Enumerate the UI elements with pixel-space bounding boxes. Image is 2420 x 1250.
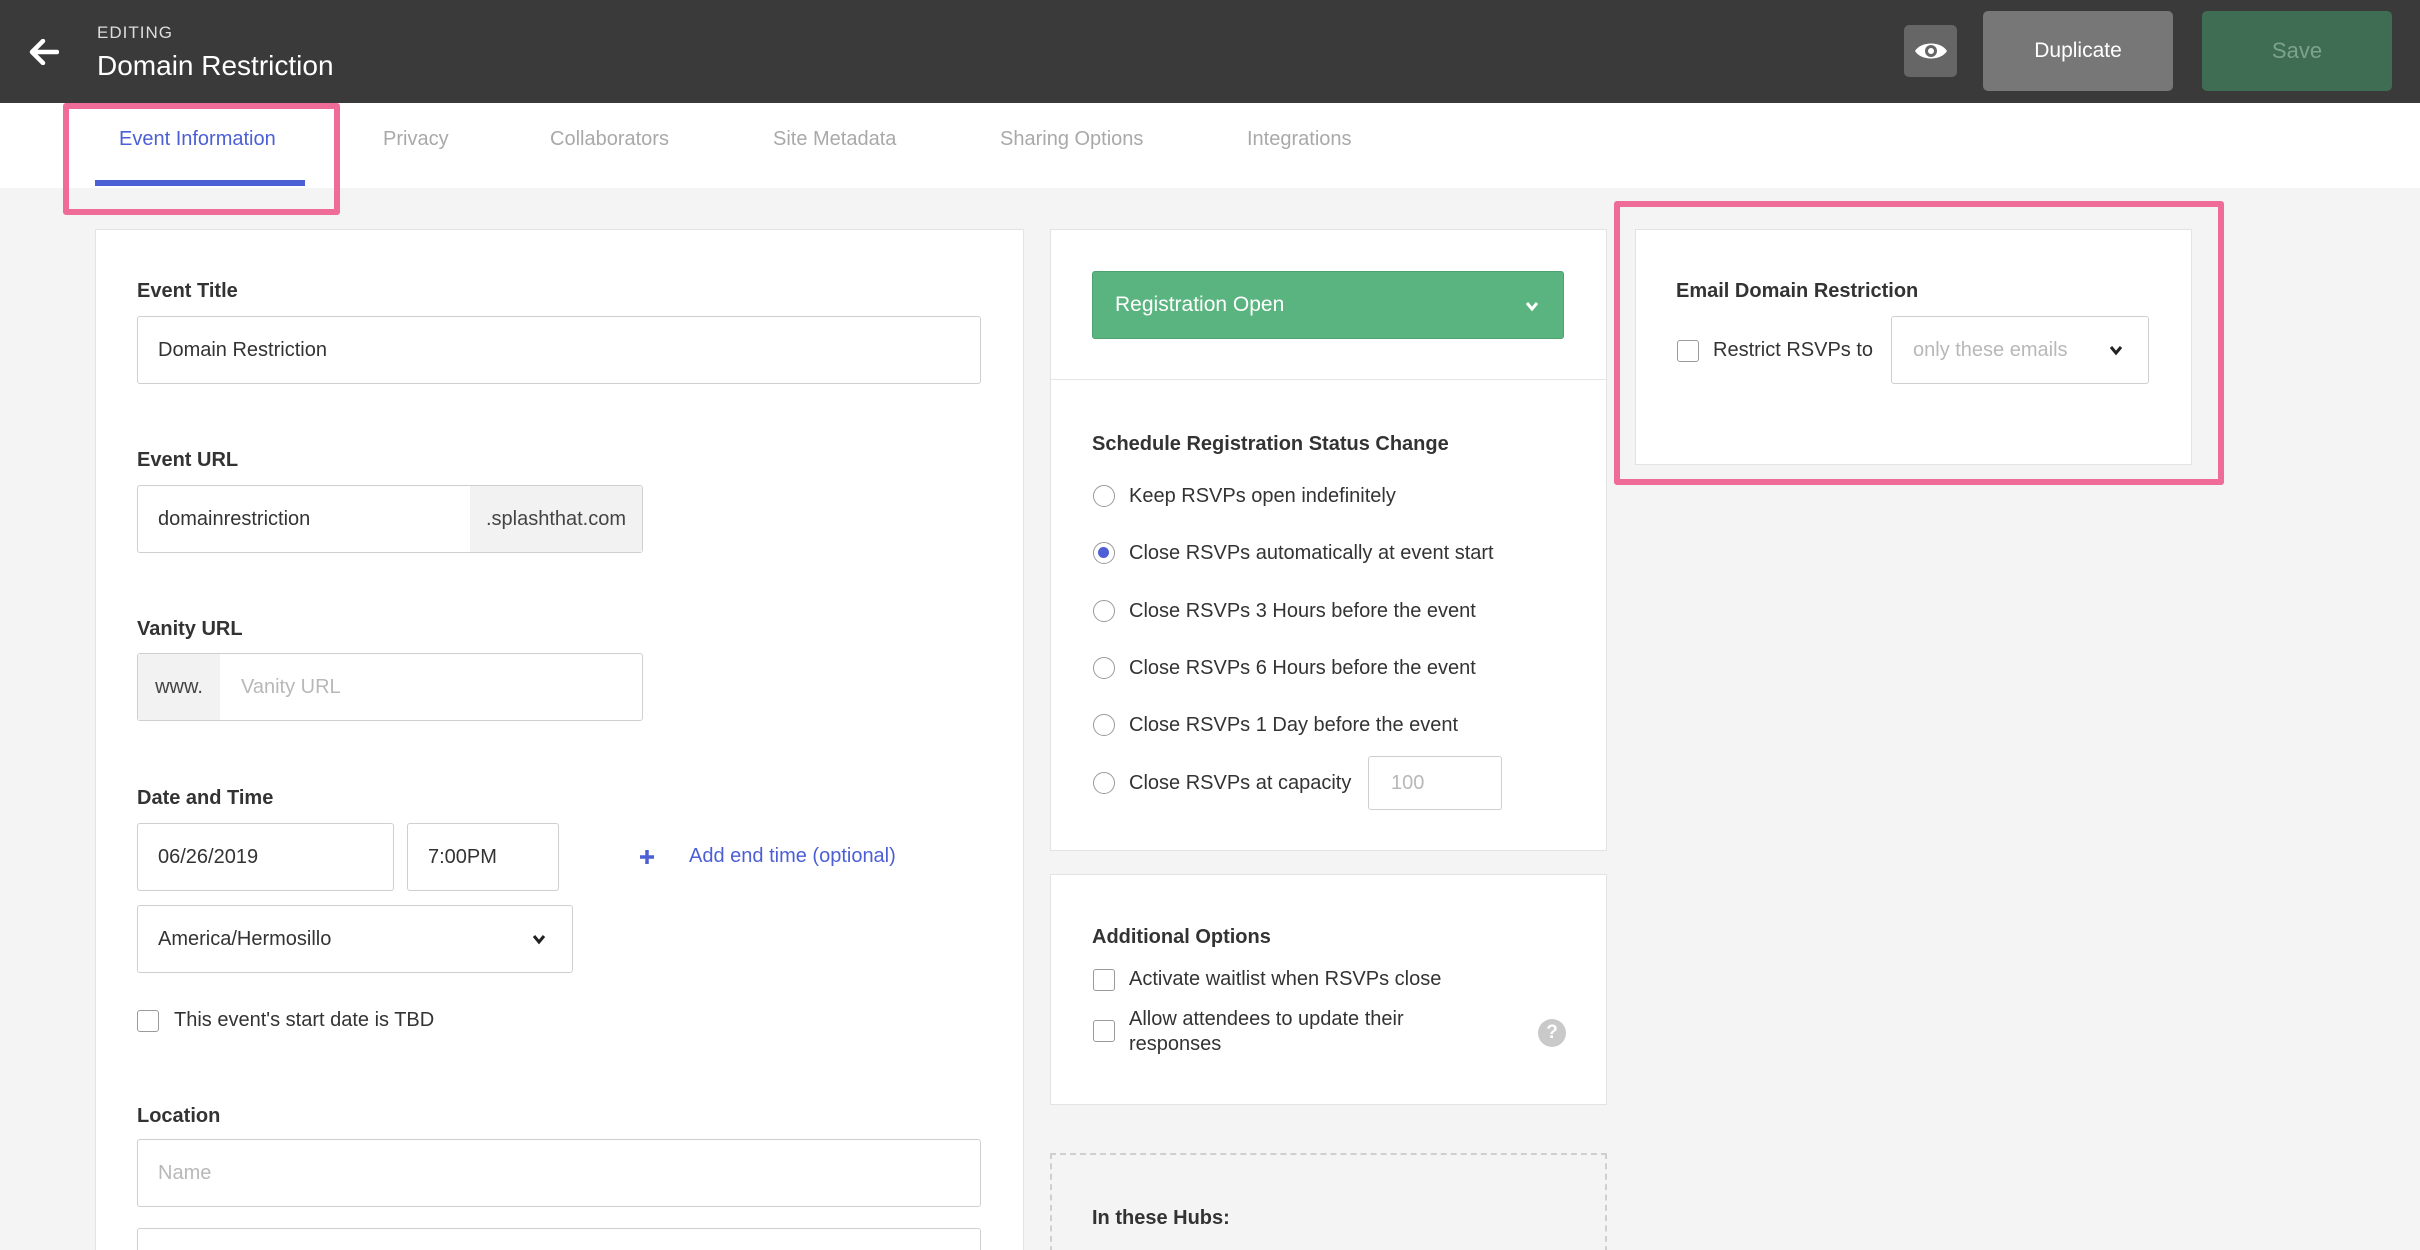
tab-sharing-options[interactable]: Sharing Options [1000, 128, 1143, 151]
registration-status-label: Registration Open [1115, 293, 1285, 316]
option-keep-open-label: Keep RSVPs open indefinitely [1129, 485, 1396, 507]
vanity-prefix-addon: www. [138, 654, 220, 720]
help-icon[interactable]: ? [1538, 1019, 1566, 1047]
waitlist-label: Activate waitlist when RSVPs close [1129, 968, 1442, 990]
url-suffix-addon: .splashthat.com [470, 486, 642, 552]
preview-button[interactable] [1904, 25, 1957, 77]
active-tab-indicator [95, 180, 305, 186]
tab-collaborators[interactable]: Collaborators [550, 128, 669, 151]
chevron-down-icon [2109, 346, 2123, 356]
add-end-time-link[interactable]: Add end time (optional) [689, 845, 896, 868]
vanity-url-label: Vanity URL [137, 618, 243, 640]
radio-close-3-hours[interactable] [1093, 600, 1115, 622]
update-responses-checkbox[interactable] [1093, 1020, 1115, 1042]
save-button[interactable]: Save [2202, 11, 2392, 91]
top-bar: EDITING Domain Restriction Duplicate Sav… [0, 0, 2420, 103]
arrow-left-icon [29, 39, 59, 65]
waitlist-checkbox[interactable] [1093, 969, 1115, 991]
radio-close-at-start[interactable] [1093, 542, 1115, 564]
update-responses-label-line2: responses [1129, 1033, 1222, 1055]
chevron-down-icon [1525, 302, 1539, 312]
tab-event-information[interactable]: Event Information [119, 128, 276, 151]
email-domain-label: Email Domain Restriction [1676, 280, 1919, 302]
date-input[interactable]: 06/26/2019 [137, 823, 394, 891]
option-close-3-hours-label: Close RSVPs 3 Hours before the event [1129, 600, 1476, 622]
tbd-checkbox[interactable] [137, 1010, 159, 1032]
timezone-select[interactable]: America/Hermosillo [137, 905, 573, 973]
schedule-status-label: Schedule Registration Status Change [1092, 433, 1449, 455]
radio-keep-open[interactable] [1093, 485, 1115, 507]
option-close-6-hours-label: Close RSVPs 6 Hours before the event [1129, 657, 1476, 679]
tbd-label: This event's start date is TBD [174, 1009, 435, 1031]
event-title-input[interactable]: Domain Restriction [137, 316, 981, 384]
radio-close-1-day[interactable] [1093, 714, 1115, 736]
page-title: Domain Restriction [97, 50, 334, 81]
location-label: Location [137, 1105, 221, 1127]
location-address-input[interactable] [137, 1228, 981, 1250]
option-close-1-day-label: Close RSVPs 1 Day before the event [1129, 714, 1459, 736]
hubs-label: In these Hubs: [1092, 1207, 1230, 1229]
eye-icon [1914, 43, 1947, 59]
time-input[interactable]: 7:00PM [407, 823, 559, 891]
hubs-panel [1050, 1153, 1607, 1250]
panel-divider [1051, 379, 1606, 380]
date-time-label: Date and Time [137, 787, 274, 809]
plus-icon [640, 850, 654, 864]
back-button[interactable] [22, 30, 66, 74]
location-name-input[interactable]: Name [137, 1139, 981, 1207]
update-responses-label-line1: Allow attendees to update their [1129, 1008, 1404, 1030]
radio-close-at-capacity[interactable] [1093, 772, 1115, 794]
duplicate-button[interactable]: Duplicate [1983, 11, 2173, 91]
tab-privacy[interactable]: Privacy [383, 128, 449, 151]
option-close-at-start-label: Close RSVPs automatically at event start [1129, 542, 1494, 564]
restrict-rsvps-checkbox[interactable] [1677, 340, 1699, 362]
capacity-input[interactable]: 100 [1368, 756, 1502, 810]
tab-bar [0, 103, 2420, 188]
tab-integrations[interactable]: Integrations [1247, 128, 1352, 151]
event-title-label: Event Title [137, 280, 238, 302]
option-close-at-capacity-label: Close RSVPs at capacity [1129, 772, 1352, 794]
event-url-label: Event URL [137, 449, 239, 471]
editing-label: EDITING [97, 23, 173, 42]
radio-close-6-hours[interactable] [1093, 657, 1115, 679]
chevron-down-icon [532, 935, 546, 945]
restrict-rsvps-label: Restrict RSVPs to [1713, 339, 1874, 361]
tab-site-metadata[interactable]: Site Metadata [773, 128, 896, 151]
registration-status-dropdown[interactable]: Registration Open [1092, 271, 1564, 339]
additional-options-label: Additional Options [1092, 926, 1271, 948]
